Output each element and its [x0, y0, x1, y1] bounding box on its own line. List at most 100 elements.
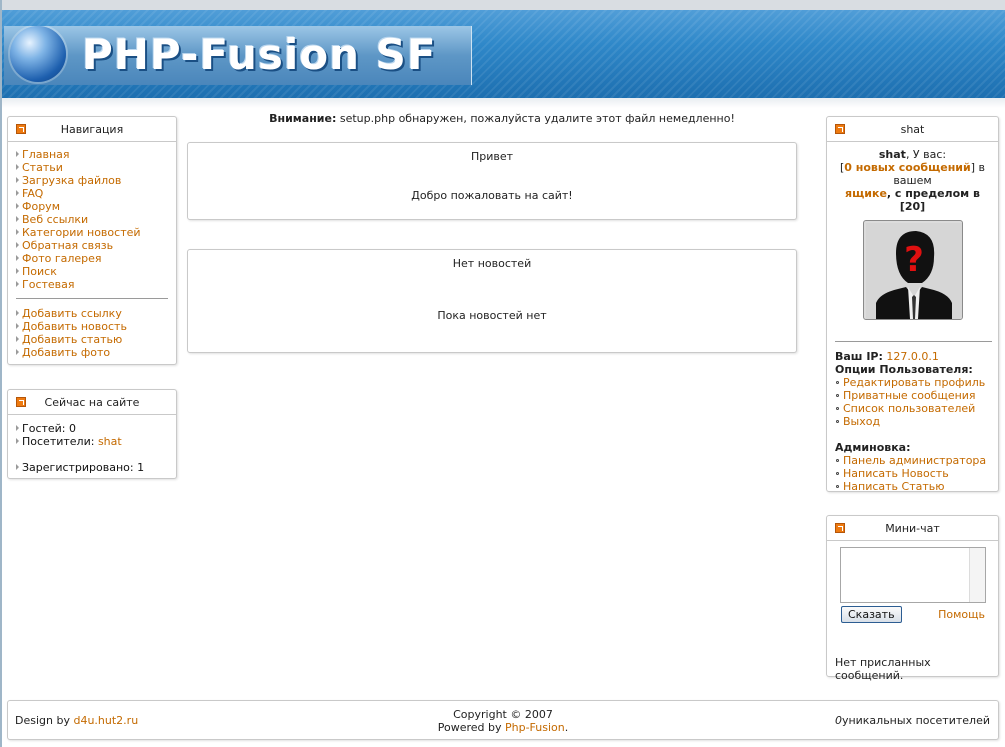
nav-item-weblinks[interactable]: Веб ссылки: [16, 213, 168, 226]
edit-profile-link[interactable]: Редактировать профиль: [843, 376, 985, 389]
say-button[interactable]: Сказать: [841, 606, 902, 623]
dot-icon: [836, 420, 839, 423]
page-left-edge: [0, 108, 2, 747]
bullet-icon: [16, 323, 19, 329]
site-header: PHP-Fusion SF: [0, 0, 1005, 98]
panel-arrow-icon: [835, 523, 845, 533]
bullet-icon: [16, 255, 19, 261]
nav-item-gallery[interactable]: Фото галерея: [16, 252, 168, 265]
nav-item-home[interactable]: Главная: [16, 148, 168, 161]
dot-icon: [836, 381, 839, 384]
welcome-title: Привет: [470, 150, 514, 163]
header-underbar: [0, 98, 1005, 108]
bullet-icon: [16, 268, 19, 274]
guests-line: Гостей: 0: [16, 422, 168, 435]
mini-chat-title: Мини-чат: [885, 522, 940, 535]
registered-count: 1: [137, 461, 145, 474]
bullet-icon: [16, 281, 19, 287]
mini-chat-panel: Мини-чат Сказать Помощь Нет присланных с…: [826, 515, 999, 682]
bullet-icon: [16, 349, 19, 355]
user-panel-title: shat: [900, 123, 925, 136]
inbox-link[interactable]: ящике: [845, 187, 887, 200]
nav-item-downloads[interactable]: Загрузка файлов: [16, 174, 168, 187]
news-message: Пока новостей нет: [437, 309, 547, 322]
bullet-icon: [16, 425, 19, 431]
bullet-icon: [16, 438, 19, 444]
header-top-strip: [2, 0, 1005, 10]
bullet-icon: [16, 164, 19, 170]
nav-item-search[interactable]: Поиск: [16, 265, 168, 278]
panel-arrow-icon: [16, 397, 26, 407]
dot-icon: [836, 394, 839, 397]
panel-arrow-icon: [16, 124, 26, 134]
welcome-box: Привет Добро пожаловать на сайт!: [187, 142, 797, 220]
chat-help-link[interactable]: Помощь: [938, 608, 985, 621]
private-messages-link[interactable]: Приватные сообщения: [843, 389, 976, 402]
svg-text:?: ?: [904, 240, 924, 280]
write-article-link[interactable]: Написать Статью: [843, 480, 945, 493]
dot-icon: [836, 459, 839, 462]
welcome-message: Добро пожаловать на сайт!: [411, 189, 573, 202]
chat-empty-message: Нет присланных сообщений.: [835, 656, 931, 682]
bullet-icon: [16, 242, 19, 248]
unique-visitors-count: 0: [834, 714, 842, 727]
chat-message-input[interactable]: [840, 547, 986, 603]
new-messages-link[interactable]: 0 новых сообщений: [844, 161, 970, 174]
bullet-icon: [16, 216, 19, 222]
navigation-title: Навигация: [60, 123, 124, 136]
guests-count: 0: [69, 422, 77, 435]
logout-link[interactable]: Выход: [843, 415, 880, 428]
bullet-icon: [16, 190, 19, 196]
nav-item-submit-photo[interactable]: Добавить фото: [16, 346, 168, 359]
bullet-icon: [16, 203, 19, 209]
online-title: Сейчас на сайте: [44, 396, 140, 409]
nav-item-submit-news[interactable]: Добавить новость: [16, 320, 168, 333]
nav-item-articles[interactable]: Статьи: [16, 161, 168, 174]
nav-item-submit-link[interactable]: Добавить ссылку: [16, 307, 168, 320]
site-footer: Design by d4u.hut2.ru Copyright © 2007 P…: [7, 700, 999, 740]
bullet-icon: [16, 229, 19, 235]
admin-panel-link[interactable]: Панель администратора: [843, 454, 986, 467]
nav-item-news-cats[interactable]: Категории новостей: [16, 226, 168, 239]
visitor-link[interactable]: shat: [98, 435, 122, 448]
user-panel: shat shat, У вас: [0 новых сообщений] в …: [826, 116, 999, 493]
php-fusion-link[interactable]: Php-Fusion: [505, 721, 565, 734]
navigation-panel-header: Навигация: [8, 117, 176, 142]
username: shat: [878, 148, 906, 161]
dot-icon: [836, 485, 839, 488]
anonymous-avatar-icon: ?: [865, 223, 962, 319]
unique-visitors: 0уникальных посетителей: [834, 714, 990, 727]
setup-warning: Внимание: setup.php обнаружен, пожалуйст…: [269, 112, 735, 125]
user-options-label: Опции Пользователя:: [835, 363, 973, 376]
chat-scrollbar[interactable]: [969, 548, 985, 602]
nav-item-submit-article[interactable]: Добавить статью: [16, 333, 168, 346]
site-logo[interactable]: PHP-Fusion SF: [4, 26, 472, 85]
news-title: Нет новостей: [452, 257, 532, 270]
navigation-panel: Навигация Главная Статьи Загрузка файлов…: [7, 116, 177, 365]
admin-label: Админовка:: [835, 441, 911, 454]
visitors-line: Посетители: shat: [16, 435, 168, 448]
online-panel-header: Сейчас на сайте: [8, 390, 176, 415]
member-list-link[interactable]: Список пользователей: [843, 402, 975, 415]
news-box: Нет новостей Пока новостей нет: [187, 249, 797, 353]
dot-icon: [836, 472, 839, 475]
bullet-icon: [16, 177, 19, 183]
nav-divider: [16, 298, 168, 299]
mini-chat-header: Мини-чат: [827, 516, 998, 541]
globe-icon: [10, 26, 66, 82]
ip-address: 127.0.0.1: [886, 350, 939, 363]
nav-item-guestbook[interactable]: Гостевая: [16, 278, 168, 291]
nav-item-contact[interactable]: Обратная связь: [16, 239, 168, 252]
logo-text: PHP-Fusion SF: [82, 30, 437, 79]
nav-item-forum[interactable]: Форум: [16, 200, 168, 213]
online-panel: Сейчас на сайте Гостей: 0 Посетители: sh…: [7, 389, 177, 479]
user-panel-header: shat: [827, 117, 998, 142]
user-divider: [835, 341, 992, 342]
registered-line: Зарегистрировано: 1: [16, 461, 168, 474]
nav-item-faq[interactable]: FAQ: [16, 187, 168, 200]
user-avatar[interactable]: ?: [862, 220, 963, 320]
bullet-icon: [16, 464, 19, 470]
bullet-icon: [16, 151, 19, 157]
write-news-link[interactable]: Написать Новость: [843, 467, 949, 480]
dot-icon: [836, 407, 839, 410]
